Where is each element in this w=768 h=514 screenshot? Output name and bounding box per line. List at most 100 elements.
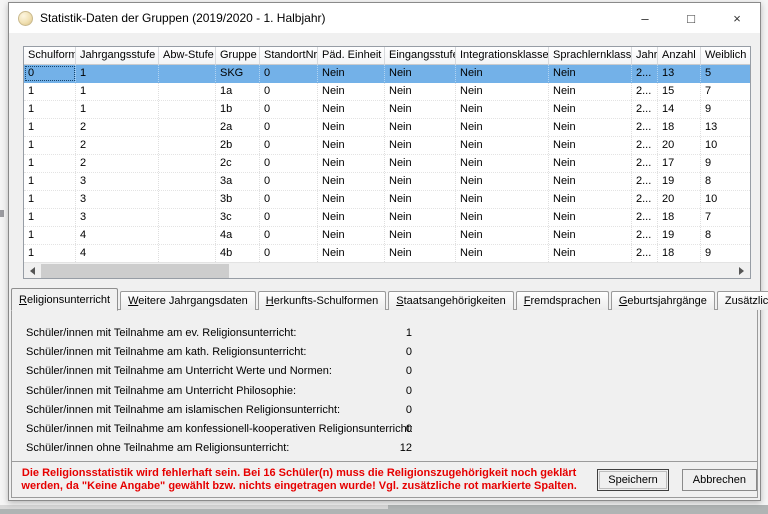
table-row[interactable]: 133b0NeinNeinNeinNein2...2010: [24, 191, 750, 209]
column-header-jahr[interactable]: Jahr: [632, 47, 658, 65]
table-cell: Nein: [456, 245, 549, 262]
tab-staatsangehörigkeiten[interactable]: Staatsangehörigkeiten: [388, 291, 513, 310]
column-header-standortnr[interactable]: StandortNr: [260, 47, 318, 65]
table-cell: Nein: [456, 101, 549, 118]
table-cell: Nein: [549, 173, 632, 190]
close-icon: ×: [733, 12, 741, 25]
table-cell: 0: [260, 173, 318, 190]
table-cell: 13: [701, 119, 750, 136]
table-cell: Nein: [318, 173, 385, 190]
scroll-left-icon: [30, 267, 35, 275]
background-window-fragment: [0, 210, 4, 217]
table-cell: 0: [260, 119, 318, 136]
dialog-title: Statistik-Daten der Gruppen (2019/2020 -…: [40, 11, 326, 25]
column-header-jahrgangsstufe[interactable]: Jahrgangsstufe: [76, 47, 159, 65]
stat-row: Schüler/innen mit Teilnahme am Unterrich…: [12, 381, 757, 400]
table-cell: Nein: [385, 191, 456, 208]
table-cell: 8: [701, 173, 750, 190]
stat-label: Schüler/innen mit Teilnahme am islamisch…: [26, 404, 340, 416]
column-header-sprachlernklasse[interactable]: Sprachlernklasse: [549, 47, 632, 65]
table-cell: 2...: [632, 227, 658, 244]
column-header-abw-stufe[interactable]: Abw-Stufe: [159, 47, 216, 65]
table-cell: Nein: [385, 65, 456, 82]
table-cell: Nein: [456, 65, 549, 82]
stat-label: Schüler/innen ohne Teilnahme am Religion…: [26, 442, 289, 454]
table-row[interactable]: 122c0NeinNeinNeinNein2...179: [24, 155, 750, 173]
table-cell: Nein: [385, 209, 456, 226]
close-button[interactable]: ×: [714, 3, 760, 33]
stat-label: Schüler/innen mit Teilnahme am ev. Relig…: [26, 327, 296, 339]
table-cell: Nein: [385, 173, 456, 190]
horizontal-scrollbar[interactable]: [24, 262, 750, 278]
table-cell: [159, 155, 216, 172]
table-cell: [159, 209, 216, 226]
table-row[interactable]: 144a0NeinNeinNeinNein2...198: [24, 227, 750, 245]
stat-label: Schüler/innen mit Teilnahme am Unterrich…: [26, 365, 332, 377]
table-cell: 1: [24, 119, 76, 136]
table-cell: 1: [76, 101, 159, 118]
save-button[interactable]: Speichern: [597, 469, 669, 491]
table-cell: 9: [701, 245, 750, 262]
table-cell: Nein: [318, 209, 385, 226]
minimize-button[interactable]: –: [622, 3, 668, 33]
stat-label: Schüler/innen mit Teilnahme am Unterrich…: [26, 385, 296, 397]
table-cell: 2...: [632, 191, 658, 208]
scroll-left-button[interactable]: [24, 263, 41, 279]
tab-zusätzliche-jahrgangsdaten[interactable]: Zusätzliche Jahrgangsdaten: [717, 291, 768, 310]
table-cell: Nein: [385, 83, 456, 100]
table-row[interactable]: 122a0NeinNeinNeinNein2...1813: [24, 119, 750, 137]
background-window-edge-light: [0, 505, 388, 509]
groups-table: SchulformJahrgangsstufeAbw-StufeGruppeSt…: [23, 46, 751, 279]
table-cell: 2...: [632, 173, 658, 190]
table-row[interactable]: 111b0NeinNeinNeinNein2...149: [24, 101, 750, 119]
table-row[interactable]: 122b0NeinNeinNeinNein2...2010: [24, 137, 750, 155]
table-cell: 0: [260, 65, 318, 82]
table-cell: Nein: [385, 137, 456, 154]
tab-geburtsjahrgänge[interactable]: Geburtsjahrgänge: [611, 291, 715, 310]
table-cell: 8: [701, 227, 750, 244]
column-header-schulform[interactable]: Schulform: [24, 47, 76, 65]
column-header-anzahl[interactable]: Anzahl: [658, 47, 701, 65]
scroll-right-button[interactable]: [733, 263, 750, 279]
table-cell: 14: [658, 101, 701, 118]
statistik-daten-dialog: Statistik-Daten der Gruppen (2019/2020 -…: [8, 2, 761, 501]
column-header-weiblich[interactable]: Weiblich: [701, 47, 750, 65]
table-cell: 0: [260, 155, 318, 172]
table-row[interactable]: 01SKG0NeinNeinNeinNein2...135: [24, 65, 750, 83]
column-header-eingangsstufe[interactable]: Eingangsstufe: [385, 47, 456, 65]
table-row[interactable]: 133c0NeinNeinNeinNein2...187: [24, 209, 750, 227]
table-cell: 2: [76, 137, 159, 154]
table-cell: 4a: [216, 227, 260, 244]
maximize-button[interactable]: □: [668, 3, 714, 33]
table-cell: 19: [658, 227, 701, 244]
warning-line-2: werden, da "Keine Angabe" gewählt bzw. n…: [12, 480, 586, 493]
cancel-button[interactable]: Abbrechen: [682, 469, 757, 491]
tab-strip: ReligionsunterrichtWeitere Jahrgangsdate…: [11, 287, 768, 310]
table-cell: Nein: [385, 245, 456, 262]
scrollbar-thumb[interactable]: [41, 264, 229, 278]
table-cell: Nein: [456, 119, 549, 136]
table-cell: 1a: [216, 83, 260, 100]
column-header-integrationsklasse[interactable]: Integrationsklasse: [456, 47, 549, 65]
listview-header: SchulformJahrgangsstufeAbw-StufeGruppeSt…: [24, 47, 750, 65]
stat-value: 0: [367, 385, 412, 397]
tab-herkunfts-schulformen[interactable]: Herkunfts-Schulformen: [258, 291, 387, 310]
tab-weitere-jahrgangsdaten[interactable]: Weitere Jahrgangsdaten: [120, 291, 256, 310]
table-row[interactable]: 133a0NeinNeinNeinNein2...198: [24, 173, 750, 191]
table-cell: 1: [24, 227, 76, 244]
table-cell: 10: [701, 191, 750, 208]
table-cell: 2...: [632, 137, 658, 154]
stat-value: 12: [367, 442, 412, 454]
table-cell: 7: [701, 83, 750, 100]
column-header-gruppe[interactable]: Gruppe: [216, 47, 260, 65]
column-header-päd-einheit[interactable]: Päd. Einheit: [318, 47, 385, 65]
table-cell: 1: [24, 83, 76, 100]
tab-religionsunterricht[interactable]: Religionsunterricht: [11, 288, 118, 311]
tab-fremdsprachen[interactable]: Fremdsprachen: [516, 291, 609, 310]
table-cell: 4: [76, 245, 159, 262]
table-row[interactable]: 111a0NeinNeinNeinNein2...157: [24, 83, 750, 101]
table-row[interactable]: 144b0NeinNeinNeinNein2...189: [24, 245, 750, 262]
dialog-titlebar[interactable]: Statistik-Daten der Gruppen (2019/2020 -…: [9, 3, 760, 33]
table-cell: 0: [24, 65, 76, 82]
table-cell: Nein: [549, 209, 632, 226]
